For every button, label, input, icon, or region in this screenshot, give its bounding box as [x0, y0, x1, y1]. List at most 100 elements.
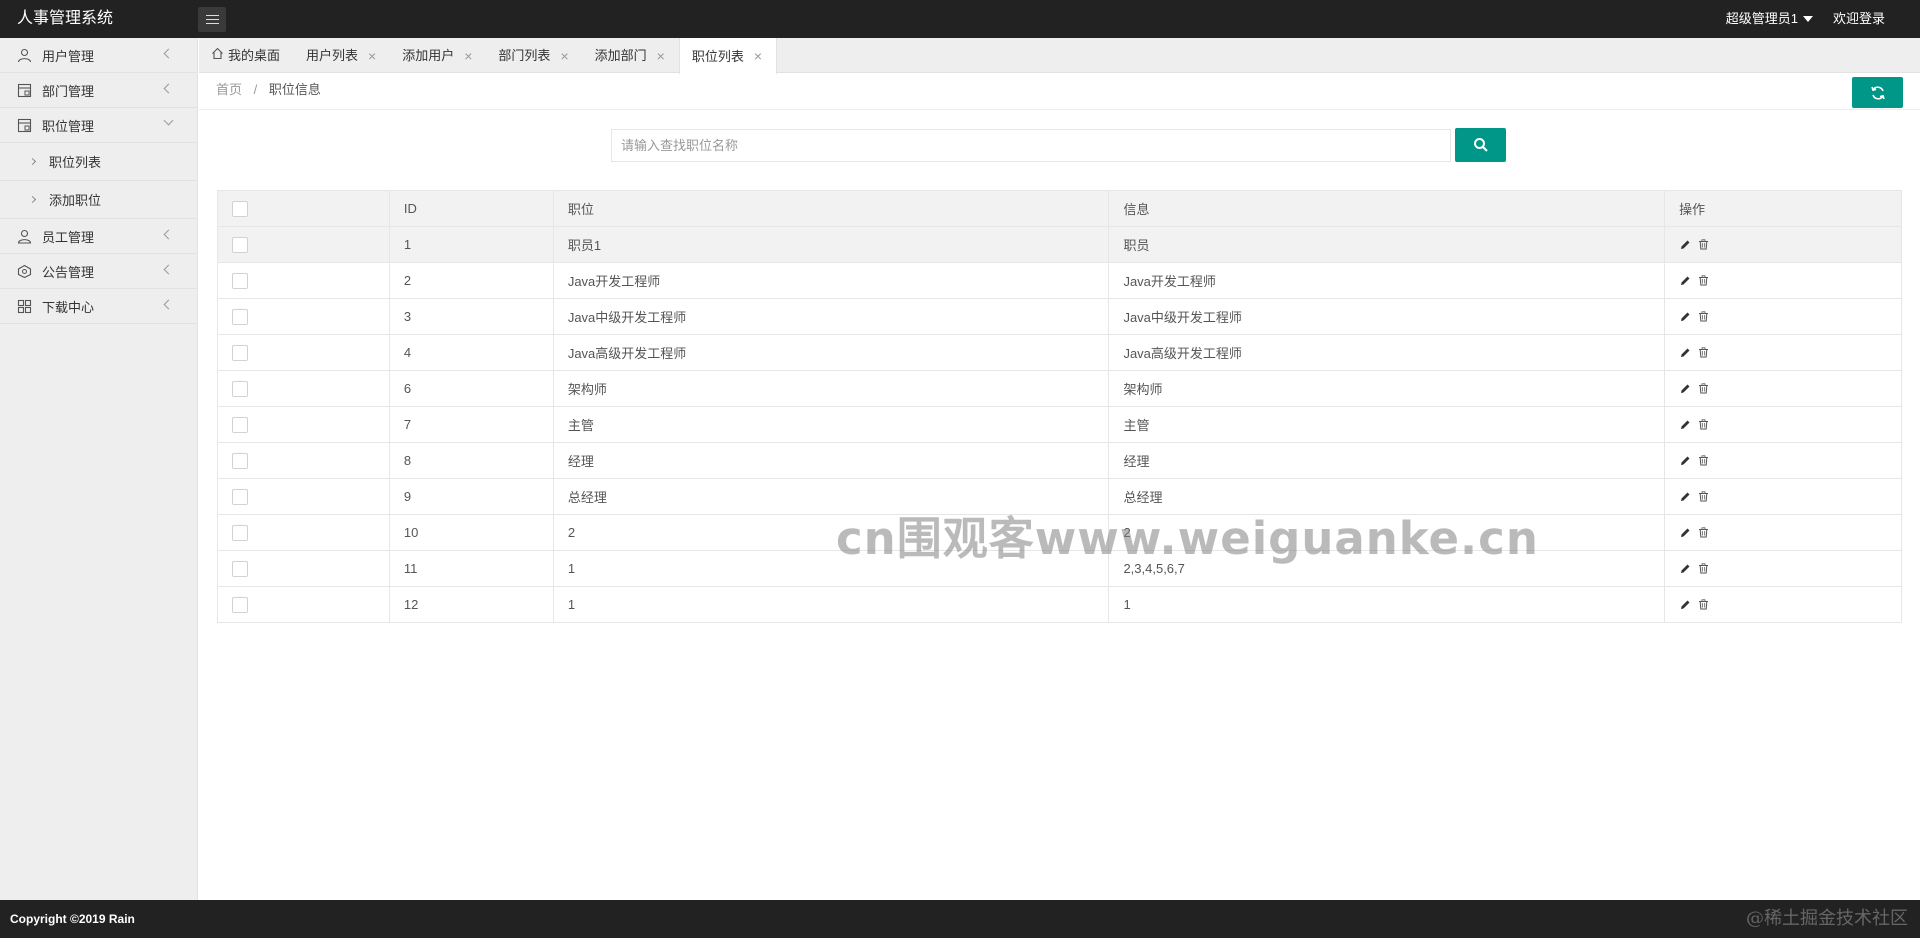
tab-position-list[interactable]: 职位列表 × — [678, 38, 778, 74]
cell-actions — [1664, 442, 1902, 479]
edit-icon[interactable] — [1679, 347, 1691, 359]
delete-icon[interactable] — [1697, 311, 1709, 323]
row-checkbox-cell — [217, 334, 390, 371]
app-title: 人事管理系统 — [17, 10, 114, 27]
edit-icon[interactable] — [1679, 491, 1691, 503]
sidebar-item-departments[interactable]: 部门管理 — [0, 73, 197, 108]
close-icon[interactable]: × — [368, 49, 376, 63]
cell-actions — [1664, 334, 1902, 371]
search-input[interactable] — [611, 128, 1451, 162]
close-icon[interactable]: × — [754, 49, 762, 63]
sidebar-item-downloads[interactable]: 下载中心 — [0, 289, 197, 324]
chevron-left-icon — [163, 229, 174, 240]
delete-icon[interactable] — [1697, 347, 1709, 359]
chevron-right-icon — [28, 157, 37, 166]
chevron-down-icon — [163, 115, 174, 126]
cell-id: 7 — [388, 406, 554, 443]
search-icon — [1473, 138, 1488, 152]
sidebar-item-label: 职位管理 — [42, 118, 95, 134]
chevron-left-icon — [163, 83, 174, 94]
hamburger-icon — [205, 15, 219, 24]
cell-position: Java开发工程师 — [552, 262, 1110, 299]
cell-position: 架构师 — [552, 370, 1110, 407]
delete-icon[interactable] — [1697, 239, 1709, 251]
edit-icon[interactable] — [1679, 311, 1691, 323]
delete-icon[interactable] — [1697, 383, 1709, 395]
delete-icon[interactable] — [1697, 491, 1709, 503]
row-checkbox[interactable] — [232, 380, 248, 397]
breadcrumb-bar: 首页 / 职位信息 — [199, 74, 1920, 110]
cell-id: 6 — [388, 370, 554, 407]
tab-my-desktop[interactable]: 我的桌面 — [199, 38, 294, 73]
tab-label: 部门列表 — [498, 48, 551, 63]
table-row: 8 经理 经理 — [217, 442, 1902, 479]
user-name: 超级管理员1 — [1725, 11, 1798, 26]
sidebar-item-notices[interactable]: 公告管理 — [0, 254, 197, 289]
sidebar: 用户管理 部门管理 职位管理 职位列表 添加职位 员工管理 公告管理 下载中心 — [0, 38, 198, 900]
sidebar-subitem-label: 添加职位 — [49, 193, 102, 208]
row-checkbox[interactable] — [232, 488, 248, 505]
row-checkbox-cell — [217, 478, 390, 515]
welcome-link[interactable]: 欢迎登录 — [1833, 0, 1885, 38]
edit-icon[interactable] — [1679, 275, 1691, 287]
row-checkbox[interactable] — [232, 236, 248, 253]
tab-add-user[interactable]: 添加用户 × — [390, 38, 486, 73]
edit-icon[interactable] — [1679, 239, 1691, 251]
delete-icon[interactable] — [1697, 599, 1709, 611]
cell-actions — [1664, 514, 1902, 551]
close-icon[interactable]: × — [560, 49, 568, 63]
table-row: 2 Java开发工程师 Java开发工程师 — [217, 262, 1902, 299]
row-checkbox-cell — [217, 370, 390, 407]
row-checkbox[interactable] — [232, 344, 248, 361]
breadcrumb-home[interactable]: 首页 — [216, 82, 242, 97]
sidebar-subitem-position-list[interactable]: 职位列表 — [0, 143, 197, 181]
cell-actions — [1664, 298, 1902, 335]
tab-add-department[interactable]: 添加部门 × — [583, 38, 679, 73]
row-checkbox[interactable] — [232, 308, 248, 325]
edit-icon[interactable] — [1679, 599, 1691, 611]
tab-department-list[interactable]: 部门列表 × — [486, 38, 582, 73]
edit-icon[interactable] — [1679, 455, 1691, 467]
edit-icon[interactable] — [1679, 527, 1691, 539]
delete-icon[interactable] — [1697, 455, 1709, 467]
menu-toggle-button[interactable] — [198, 7, 226, 32]
row-checkbox-cell — [217, 586, 390, 623]
row-checkbox[interactable] — [232, 596, 248, 613]
row-checkbox[interactable] — [232, 272, 248, 289]
row-checkbox[interactable] — [232, 524, 248, 541]
table-row: 4 Java高级开发工程师 Java高级开发工程师 — [217, 334, 1902, 371]
select-all-checkbox[interactable] — [232, 200, 248, 217]
edit-icon[interactable] — [1679, 563, 1691, 575]
sidebar-item-positions[interactable]: 职位管理 — [0, 108, 197, 143]
refresh-button[interactable] — [1852, 77, 1903, 108]
table-row: 12 1 1 — [217, 586, 1902, 623]
row-checkbox[interactable] — [232, 416, 248, 433]
delete-icon[interactable] — [1697, 527, 1709, 539]
edit-icon[interactable] — [1679, 419, 1691, 431]
delete-icon[interactable] — [1697, 563, 1709, 575]
close-icon[interactable]: × — [657, 49, 665, 63]
cell-info: 架构师 — [1108, 370, 1666, 407]
delete-icon[interactable] — [1697, 419, 1709, 431]
close-icon[interactable]: × — [464, 49, 472, 63]
sidebar-subitem-add-position[interactable]: 添加职位 — [0, 181, 197, 219]
cell-info: 主管 — [1108, 406, 1666, 443]
juejin-watermark: @稀土掘金技术社区 — [1746, 908, 1908, 929]
employee-icon — [17, 229, 32, 244]
cell-position: Java中级开发工程师 — [552, 298, 1110, 335]
row-checkbox[interactable] — [232, 452, 248, 469]
table-row: 3 Java中级开发工程师 Java中级开发工程师 — [217, 298, 1902, 335]
sidebar-item-employees[interactable]: 员工管理 — [0, 219, 197, 254]
cell-actions — [1664, 550, 1902, 587]
sidebar-item-users[interactable]: 用户管理 — [0, 38, 197, 73]
cell-id: 12 — [388, 586, 554, 623]
row-checkbox[interactable] — [232, 560, 248, 577]
chevron-left-icon — [163, 299, 174, 310]
tab-label: 我的桌面 — [228, 48, 281, 63]
delete-icon[interactable] — [1697, 275, 1709, 287]
edit-icon[interactable] — [1679, 383, 1691, 395]
row-checkbox-cell — [217, 262, 390, 299]
user-menu[interactable]: 超级管理员1 — [1726, 0, 1813, 38]
search-button[interactable] — [1455, 128, 1506, 162]
tab-user-list[interactable]: 用户列表 × — [294, 38, 390, 73]
